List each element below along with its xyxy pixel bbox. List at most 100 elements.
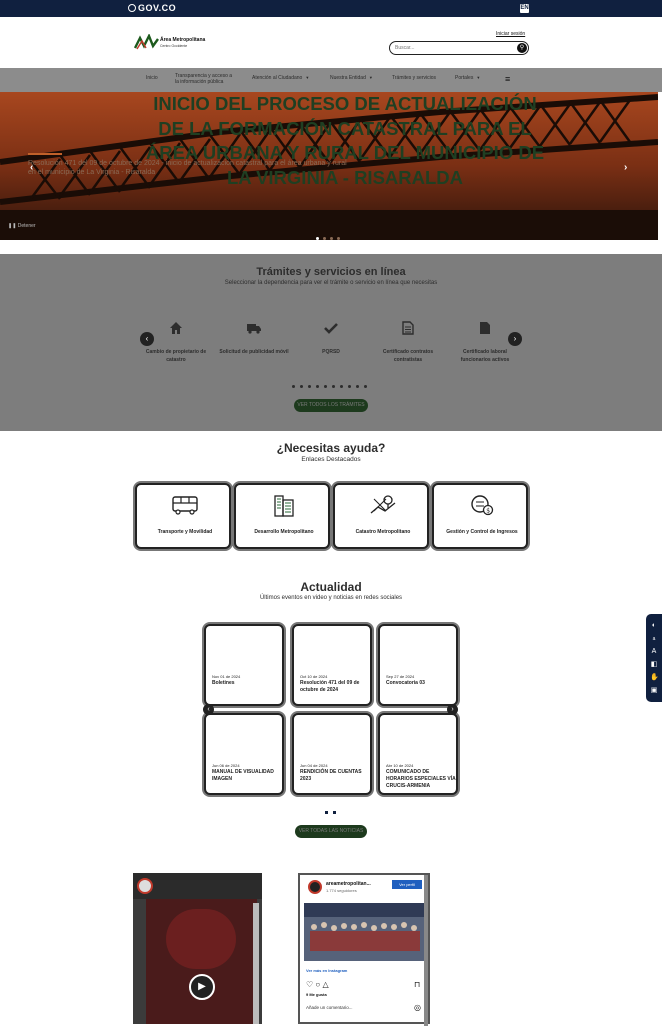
hero-prev-arrow-icon[interactable]: ‹ [30, 162, 33, 173]
news-card[interactable]: Oct 10 de 2024 Resolución 471 del 09 de o… [292, 624, 372, 706]
ig-username[interactable]: areametropolitan... [326, 881, 371, 887]
help-card-transporte[interactable]: Transporte y Movilidad [135, 483, 231, 549]
heart-icon[interactable]: ♡ [306, 980, 313, 989]
tramite-item[interactable]: Cambio de propietario de catastro [141, 320, 211, 364]
hero-pause-button[interactable]: ❚❚ Detener [8, 223, 36, 229]
menu-hamburger-icon[interactable]: ≡ [505, 75, 510, 84]
hero-carousel: INICIO DEL PROCESO DE ACTUALIZACIÓN DE L… [0, 92, 658, 240]
view-all-tramites-button[interactable]: VER TODOS LOS TRÁMITES [294, 399, 368, 412]
news-dots [325, 801, 336, 819]
news-card[interactable]: Nov 01 de 2024 Boletines [204, 624, 284, 706]
tramite-item[interactable]: Certificado laboral funcionarios activos [450, 320, 520, 364]
news-date: Jun 04 de 2024 [300, 763, 328, 768]
tramite-item[interactable]: Certificado contratos contratistas [373, 320, 443, 364]
ig-comment-input[interactable]: Añade un comentario... [306, 1005, 353, 1010]
help-card-desarrollo[interactable]: Desarrollo Metropolitano [234, 483, 330, 549]
nav-label: Portales [455, 75, 474, 81]
carousel-dot[interactable] [332, 385, 335, 388]
accessibility-info-icon[interactable]: ▣ [650, 687, 658, 695]
news-card-title: COMUNICADO DE HORARIOS ESPECIALES VÍA CR… [386, 769, 456, 789]
help-card-label: Desarrollo Metropolitano [254, 529, 314, 535]
nav-item-entidad[interactable]: Nuestra Entidad ▼ [330, 75, 373, 81]
help-card-catastro[interactable]: Catastro Metropolitano [333, 483, 429, 549]
nav-item-transparencia[interactable]: Transparencia y acceso a la información … [175, 73, 237, 85]
ig-view-profile-button[interactable]: Ver perfil [392, 880, 422, 889]
news-card[interactable]: Abr 10 de 2024 COMUNICADO DE HORARIOS ESP… [378, 713, 458, 795]
carousel-dot[interactable] [308, 385, 311, 388]
share-icon[interactable]: △ [322, 980, 328, 989]
news-card[interactable]: Sep 27 de 2024 Convocatoria 03 [378, 624, 458, 706]
carousel-dot[interactable] [356, 385, 359, 388]
news-date: Jun 06 de 2024 [212, 763, 240, 768]
hero-accent-line [28, 153, 62, 155]
logo-title: Área Metropolitana [160, 37, 206, 43]
bookmark-icon[interactable]: ⊓ [414, 980, 420, 989]
news-card[interactable]: Jun 06 de 2024 MANUAL DE VISUALIDAD IMAGE… [204, 713, 284, 795]
nav-item-tramites[interactable]: Trámites y servicios [392, 75, 436, 81]
gov-topbar: GOV.CO EN [0, 0, 662, 17]
gov-logo-icon [128, 4, 136, 12]
play-icon[interactable]: ▶ [189, 974, 215, 1000]
ig-post-photo[interactable] [304, 903, 426, 961]
hero-dot[interactable] [316, 237, 319, 240]
ig-likes: 9 Me gusta [306, 992, 327, 997]
hero-dot[interactable] [323, 237, 326, 240]
language-toggle-button[interactable]: EN [520, 4, 529, 13]
hero-next-arrow-icon[interactable]: › [624, 162, 627, 173]
font-decrease-icon[interactable]: a [650, 635, 658, 643]
video-player[interactable]: ▶ [146, 899, 257, 1024]
news-card-title: Boletines [212, 680, 235, 686]
tramites-dots [292, 375, 372, 393]
comment-icon[interactable]: ○ [315, 980, 320, 989]
help-card-label: Gestión y Control de Ingresos [446, 529, 518, 535]
news-card-title: RENDICIÓN DE CUENTAS 2023 [300, 769, 362, 782]
gov-co-logo[interactable]: GOV.CO [128, 3, 176, 13]
view-all-news-button[interactable]: VER TODAS LAS NOTICIAS [295, 825, 367, 838]
hero-dot[interactable] [337, 237, 340, 240]
tramites-subtitle: Seleccionar la dependencia para ver el t… [224, 280, 438, 286]
carousel-dot[interactable] [364, 385, 367, 388]
ig-scrollbar[interactable] [424, 875, 428, 1026]
nav-item-atencion[interactable]: Atención al Ciudadano ▼ [252, 75, 309, 81]
news-next-button[interactable]: › [447, 704, 458, 715]
help-card-ingresos[interactable]: $ Gestión y Control de Ingresos [432, 483, 528, 549]
login-link[interactable]: Iniciar sesión [496, 31, 525, 37]
ig-avatar[interactable] [308, 880, 322, 894]
search-input[interactable] [395, 44, 505, 52]
svg-text:$: $ [486, 508, 490, 515]
channel-avatar[interactable] [137, 878, 153, 894]
news-subtitle: Últimos eventos en video y noticias en r… [259, 595, 403, 601]
carousel-dot[interactable] [324, 385, 327, 388]
site-logo[interactable]: Área Metropolitana Centro Occidente [134, 34, 214, 50]
tramite-item[interactable]: Solicitud de publicidad móvil [219, 320, 289, 356]
reader-icon[interactable]: ◧ [650, 661, 658, 669]
video-scrollbar[interactable] [253, 903, 259, 1024]
carousel-dot[interactable] [348, 385, 351, 388]
nav-item-inicio[interactable]: Inicio [146, 75, 158, 81]
ig-actions: ♡ ○ △ [306, 980, 329, 989]
carousel-dot[interactable] [292, 385, 295, 388]
carousel-dot[interactable] [325, 811, 328, 814]
main-nav: Inicio Transparencia y acceso a la infor… [0, 68, 662, 92]
contrast-icon[interactable]: ◐ [650, 622, 658, 630]
document-icon [373, 320, 443, 340]
tramite-label: Solicitud de publicidad móvil [219, 349, 289, 355]
nav-item-portales[interactable]: Portales ▼ [455, 75, 480, 81]
sign-language-icon[interactable]: ✋ [650, 674, 659, 682]
search-button[interactable]: ⚲ [517, 43, 527, 53]
font-increase-icon[interactable]: A [650, 648, 658, 656]
site-header: Área Metropolitana Centro Occidente Inic… [0, 17, 662, 68]
carousel-dot[interactable] [333, 811, 336, 814]
carousel-dot[interactable] [300, 385, 303, 388]
carousel-dot[interactable] [340, 385, 343, 388]
instagram-icon[interactable]: ◎ [414, 1003, 421, 1012]
carousel-dot[interactable] [316, 385, 319, 388]
tramite-item[interactable]: PQRSD [296, 320, 366, 356]
ig-view-more-link[interactable]: Ver más en Instagram [306, 968, 347, 973]
ig-group-photo-image [304, 903, 426, 961]
news-prev-button[interactable]: ‹ [203, 704, 214, 715]
news-card[interactable]: Jun 04 de 2024 RENDICIÓN DE CUENTAS 2023 [292, 713, 372, 795]
instagram-embed: areametropolitan... 1.774 seguidores Ver… [298, 873, 430, 1026]
news-date: Abr 10 de 2024 [386, 763, 414, 768]
hero-dot[interactable] [330, 237, 333, 240]
